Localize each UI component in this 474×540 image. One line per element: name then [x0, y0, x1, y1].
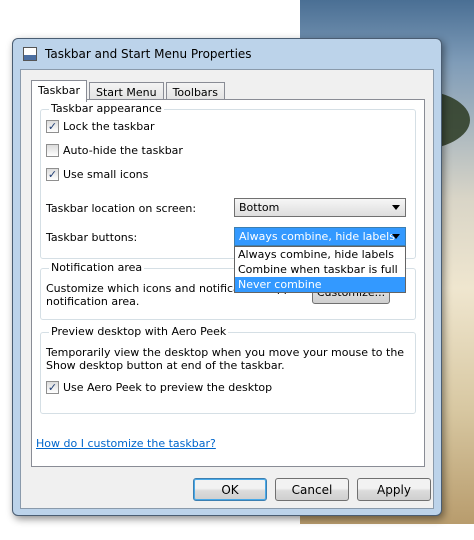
- aero-peek-description: Temporarily view the desktop when you mo…: [46, 346, 412, 372]
- taskbar-buttons-dropdown[interactable]: Always combine, hide labels: [234, 227, 406, 246]
- chevron-down-icon: [392, 234, 400, 239]
- taskbar-buttons-value: Always combine, hide labels: [239, 230, 395, 243]
- location-label: Taskbar location on screen:: [46, 202, 197, 215]
- window-title: Taskbar and Start Menu Properties: [45, 47, 252, 61]
- title-bar[interactable]: Taskbar and Start Menu Properties: [13, 39, 441, 69]
- auto-hide-checkbox[interactable]: Auto-hide the taskbar: [46, 144, 183, 157]
- aero-peek-group: Preview desktop with Aero Peek: [40, 325, 416, 414]
- checkbox-label: Auto-hide the taskbar: [63, 144, 183, 157]
- taskbar-window-icon: [23, 47, 37, 61]
- tab-taskbar[interactable]: Taskbar: [31, 80, 87, 102]
- checkbox-box[interactable]: ✓: [46, 168, 59, 181]
- checkbox-box[interactable]: ✓: [46, 120, 59, 133]
- checkbox-label: Use Aero Peek to preview the desktop: [63, 381, 273, 394]
- taskbar-tab-panel: Taskbar appearance ✓ Lock the taskbar Au…: [31, 99, 425, 467]
- buttons-label: Taskbar buttons:: [46, 231, 138, 244]
- chevron-down-icon: [392, 205, 400, 210]
- checkbox-label: Lock the taskbar: [63, 120, 155, 133]
- tab-strip: Taskbar Start Menu Toolbars: [31, 79, 227, 102]
- location-dropdown[interactable]: Bottom: [234, 198, 406, 217]
- location-value: Bottom: [239, 201, 280, 214]
- taskbar-buttons-options: Always combine, hide labels Combine when…: [234, 246, 406, 293]
- checkbox-box[interactable]: [46, 144, 59, 157]
- ok-button[interactable]: OK: [193, 478, 267, 501]
- group-title: Preview desktop with Aero Peek: [49, 325, 229, 338]
- small-icons-checkbox[interactable]: ✓ Use small icons: [46, 168, 148, 181]
- option-always-combine[interactable]: Always combine, hide labels: [235, 247, 405, 262]
- help-link[interactable]: How do I customize the taskbar?: [36, 437, 216, 450]
- group-title: Notification area: [49, 261, 145, 274]
- option-never-combine[interactable]: Never combine: [235, 277, 405, 292]
- description-line: notification area.: [46, 295, 140, 308]
- dialog-client: Taskbar Start Menu Toolbars Taskbar appe…: [20, 69, 434, 509]
- group-title: Taskbar appearance: [49, 102, 164, 115]
- checkbox-box[interactable]: ✓: [46, 381, 59, 394]
- description-line: Show desktop button at end of the taskba…: [46, 359, 285, 372]
- aero-peek-checkbox[interactable]: ✓ Use Aero Peek to preview the desktop: [46, 381, 272, 394]
- apply-button[interactable]: Apply: [357, 478, 431, 501]
- checkbox-label: Use small icons: [63, 168, 149, 181]
- properties-dialog: Taskbar and Start Menu Properties Taskba…: [12, 38, 442, 516]
- description-line: Temporarily view the desktop when you mo…: [46, 346, 405, 359]
- lock-taskbar-checkbox[interactable]: ✓ Lock the taskbar: [46, 120, 155, 133]
- option-combine-when-full[interactable]: Combine when taskbar is full: [235, 262, 405, 277]
- cancel-button[interactable]: Cancel: [275, 478, 349, 501]
